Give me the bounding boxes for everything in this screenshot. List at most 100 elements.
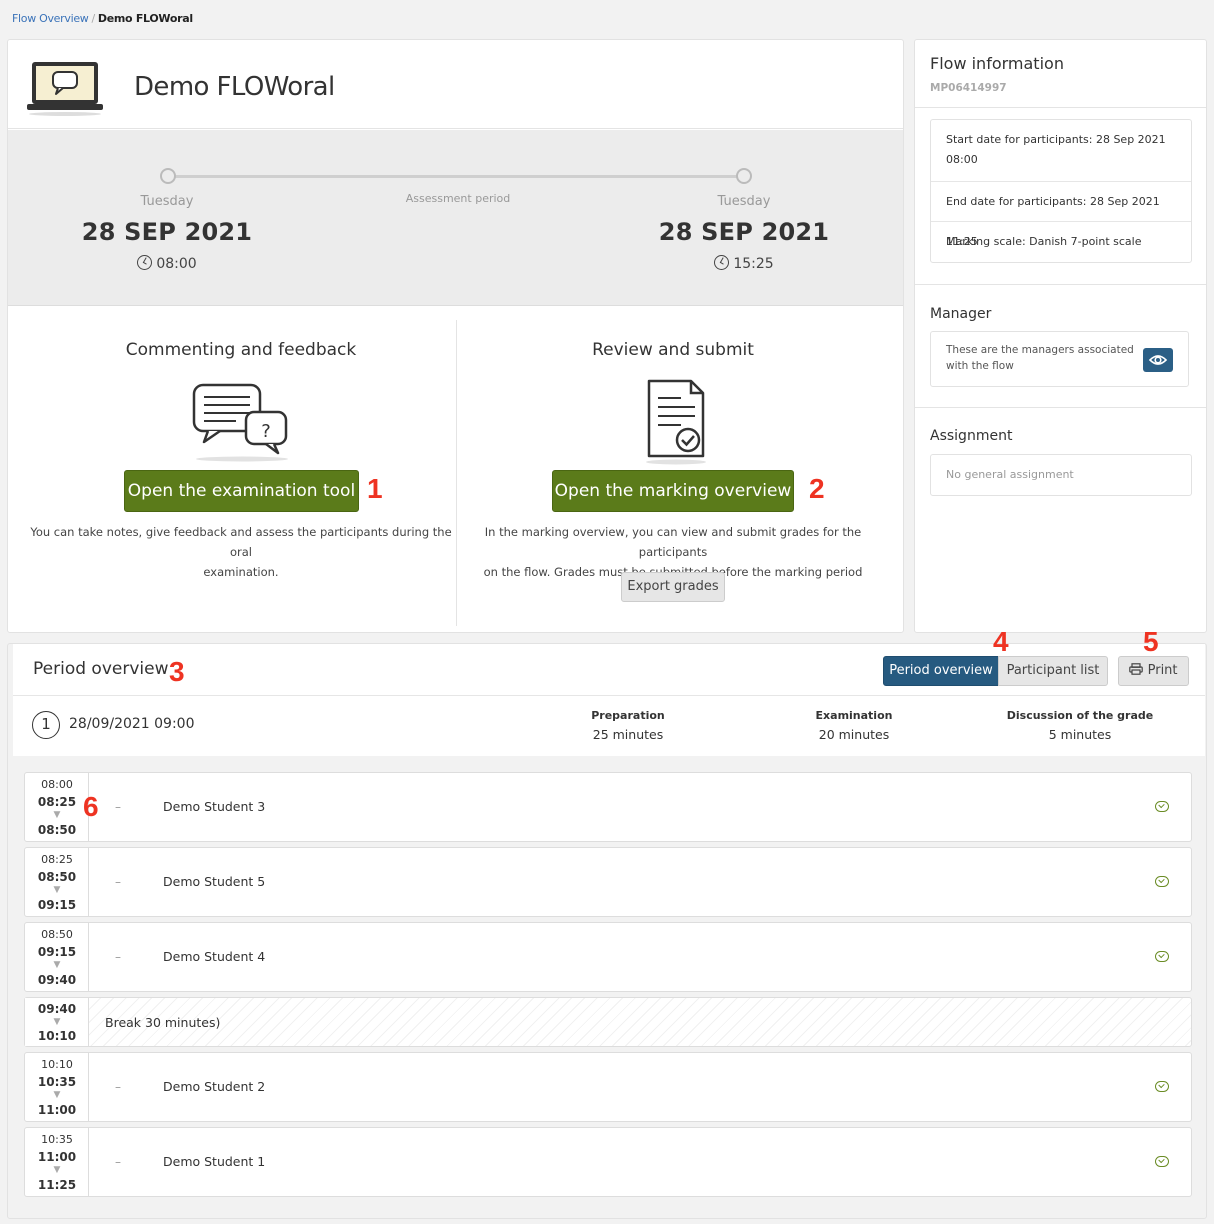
no-assignment-text: No general assignment: [930, 454, 1192, 496]
schedule-row[interactable]: 08:00 08:25 ▼ 08:50 6 – Demo Student 3: [24, 772, 1192, 842]
prep-start-time: 08:50: [41, 928, 73, 941]
flow-header: Demo FLOWoral: [8, 40, 903, 129]
annotation-5: 5: [1143, 626, 1159, 657]
period-overview-panel: Period overview 3 4 5 Period overview Pa…: [7, 626, 1207, 1219]
eye-icon: [1148, 355, 1168, 365]
manager-description-line-2: with the flow: [946, 360, 1014, 372]
start-date: 28 SEP 2021: [81, 218, 253, 246]
exam-end-time: 09:15: [37, 898, 77, 912]
timeline-end-dot: [736, 168, 752, 184]
divider: [915, 407, 1206, 408]
exam-end-time: 09:40: [37, 973, 77, 987]
assessment-period-label: Assessment period: [405, 192, 511, 205]
period-overview-title: Period overview: [33, 659, 169, 679]
timeline-start-dot: [160, 168, 176, 184]
examination-label: Examination: [815, 709, 893, 722]
open-marking-overview-button[interactable]: Open the marking overview: [552, 470, 794, 512]
exam-end-time: 11:00: [37, 1103, 77, 1117]
schedule-row[interactable]: 10:10 10:35 ▼ 11:00 – Demo Student 2: [24, 1052, 1192, 1122]
chat-check-icon[interactable]: [1155, 876, 1169, 887]
exam-start-time: 08:50: [37, 870, 77, 884]
participant-name: Demo Student 2: [163, 1079, 266, 1094]
time-column: 09:40 ▼ 10:10: [25, 998, 89, 1046]
breadcrumb-current: Demo FLOWoral: [97, 12, 193, 25]
review-description-line-1: In the marking overview, you can view an…: [484, 525, 862, 559]
commenting-title: Commenting and feedback: [125, 340, 357, 360]
schedule-row[interactable]: 08:25 08:50 ▼ 09:15 – Demo Student 5: [24, 847, 1192, 917]
breadcrumb: Flow Overview / Demo FLOWoral: [12, 12, 193, 25]
manager-description: These are the managers associated with t…: [946, 342, 1136, 374]
exam-start-time: 11:00: [37, 1150, 77, 1164]
slot-number: 1: [32, 711, 60, 739]
preparation-value: 25 minutes: [592, 727, 664, 742]
break-end-time: 10:10: [37, 1029, 77, 1043]
slot-date: 28/09/2021 09:00: [69, 716, 195, 732]
timeline-line: [174, 175, 744, 178]
start-date-row: Start date for participants: 28 Sep 2021…: [931, 130, 1191, 182]
tab-period-overview[interactable]: Period overview: [883, 656, 999, 686]
flow-title: Demo FLOWoral: [134, 72, 335, 102]
row-placeholder: –: [115, 950, 121, 964]
prep-start-time: 08:25: [41, 853, 73, 866]
prep-start-time: 08:00: [41, 778, 73, 791]
exam-start-time: 10:35: [37, 1075, 77, 1089]
end-date-row: End date for participants: 28 Sep 2021 1…: [931, 182, 1191, 248]
chat-check-icon[interactable]: [1155, 951, 1169, 962]
view-managers-button[interactable]: [1143, 348, 1173, 372]
down-arrow-icon: ▼: [53, 1090, 61, 1100]
printer-icon: [1129, 663, 1144, 675]
time-column: 08:50 09:15 ▼ 09:40: [25, 923, 89, 991]
participant-name: Demo Student 1: [163, 1154, 266, 1169]
end-day: Tuesday: [717, 194, 771, 209]
open-examination-tool-button[interactable]: Open the examination tool: [124, 470, 359, 512]
tab-participant-list[interactable]: Participant list: [998, 656, 1108, 686]
break-row: 09:40 ▼ 10:10 Break 30 minutes): [24, 997, 1192, 1047]
flow-main-panel: Demo FLOWoral Assessment period Tuesday …: [7, 39, 904, 633]
examination-value: 20 minutes: [818, 727, 890, 742]
flow-dates-box: Start date for participants: 28 Sep 2021…: [930, 119, 1192, 263]
export-grades-button[interactable]: Export grades: [621, 572, 725, 602]
time-column: 08:00 08:25 ▼ 08:50: [25, 773, 89, 841]
svg-text:?: ?: [261, 421, 271, 442]
print-label: Print: [1147, 663, 1178, 678]
time-column: 10:10 10:35 ▼ 11:00: [25, 1053, 89, 1121]
annotation-6: 6: [83, 791, 99, 822]
start-date-line-1: Start date for participants: 28 Sep 2021: [946, 133, 1166, 146]
clock-icon: [714, 255, 730, 270]
end-time: 15:25: [644, 255, 844, 272]
down-arrow-icon: ▼: [53, 885, 61, 895]
divider: [915, 107, 1206, 108]
breadcrumb-separator: /: [91, 12, 96, 25]
document-check-icon: [646, 379, 706, 465]
manager-box: These are the managers associated with t…: [930, 331, 1189, 387]
flow-code: MP06414997: [930, 82, 1007, 94]
preparation-label: Preparation: [591, 709, 665, 722]
row-placeholder: –: [115, 1155, 121, 1169]
marking-scale-row: Marking scale: Danish 7-point scale: [946, 235, 1142, 248]
exam-end-time: 11:25: [37, 1178, 77, 1192]
time-column: 08:25 08:50 ▼ 09:15: [25, 848, 89, 916]
annotation-4: 4: [993, 626, 1009, 657]
chat-check-icon[interactable]: [1155, 1156, 1169, 1167]
discussion-value: 5 minutes: [1048, 727, 1112, 742]
start-time: 08:00: [67, 255, 267, 272]
clock-icon: [137, 255, 153, 270]
row-placeholder: –: [115, 875, 121, 889]
flow-information-panel: Flow information MP06414997 Start date f…: [914, 39, 1207, 633]
print-button[interactable]: Print: [1118, 656, 1189, 686]
chat-check-icon[interactable]: [1155, 1081, 1169, 1092]
schedule-row[interactable]: 08:50 09:15 ▼ 09:40 – Demo Student 4: [24, 922, 1192, 992]
end-date: 28 SEP 2021: [658, 218, 830, 246]
manager-title: Manager: [930, 306, 992, 322]
commenting-description: You can take notes, give feedback and as…: [28, 522, 454, 582]
slot-header: 1 28/09/2021 09:00 Preparation 25 minute…: [13, 695, 1205, 756]
start-day: Tuesday: [140, 194, 194, 209]
commenting-description-line-1: You can take notes, give feedback and as…: [30, 525, 452, 559]
schedule-row[interactable]: 10:35 11:00 ▼ 11:25 – Demo Student 1: [24, 1127, 1192, 1197]
chat-check-icon[interactable]: [1155, 801, 1169, 812]
breadcrumb-link-flow-overview[interactable]: Flow Overview: [12, 12, 89, 25]
prep-start-time: 10:35: [41, 1133, 73, 1146]
annotation-3: 3: [169, 656, 185, 687]
exam-start-time: 09:15: [37, 945, 77, 959]
assessment-period: Assessment period Tuesday 28 SEP 2021 08…: [8, 130, 903, 306]
